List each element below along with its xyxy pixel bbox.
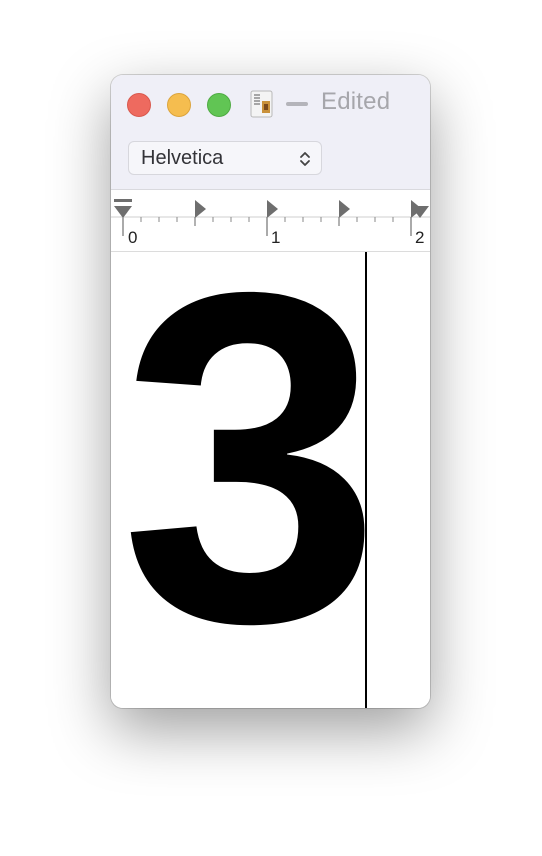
left-indent-marker-icon[interactable]	[114, 199, 132, 218]
window-title-status: Edited	[321, 88, 391, 115]
zoom-button[interactable]	[207, 93, 231, 117]
minimize-button[interactable]	[167, 93, 191, 117]
title-bar[interactable]: Edited Helvetica	[111, 75, 430, 190]
text-caret	[365, 252, 367, 708]
textedit-document-icon[interactable]	[249, 90, 275, 118]
close-button[interactable]	[127, 93, 151, 117]
textedit-window: Edited Helvetica 0 1 2 3	[111, 75, 430, 708]
ruler-label-0: 0	[128, 228, 138, 247]
document-text: 3	[120, 252, 382, 708]
tab-stop-icon[interactable]	[195, 200, 206, 218]
title-separator	[286, 102, 308, 106]
font-family-label: Helvetica	[141, 147, 224, 169]
tab-stop-icon[interactable]	[267, 200, 278, 218]
ruler[interactable]: 0 1 2	[111, 190, 430, 252]
ruler-label-2: 2	[415, 228, 425, 247]
tab-stop-icon[interactable]	[339, 200, 350, 218]
ruler-ticks	[122, 217, 412, 236]
font-family-popup[interactable]: Helvetica	[128, 141, 322, 175]
ruler-label-1: 1	[271, 228, 281, 247]
document-text-area[interactable]: 3	[111, 252, 430, 708]
up-down-chevron-icon	[300, 152, 310, 166]
